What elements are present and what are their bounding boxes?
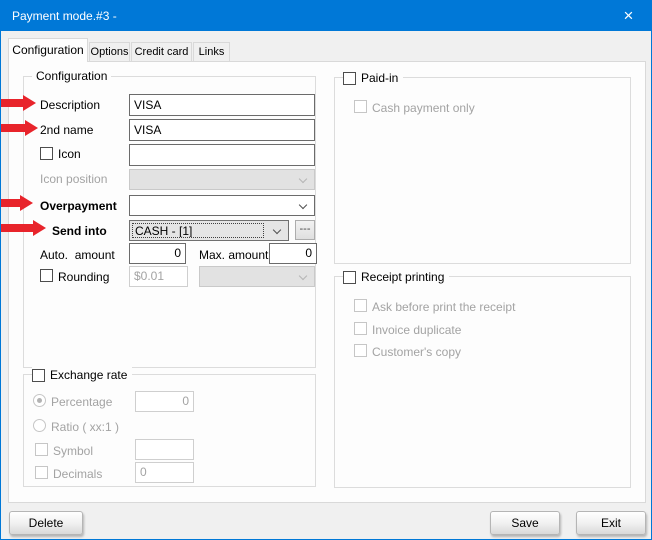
max-amount-field[interactable]: 0 <box>269 243 317 264</box>
paid-in-header: Paid-in <box>343 70 404 86</box>
invoice-duplicate-label: Invoice duplicate <box>372 323 462 337</box>
tab-options[interactable]: Options <box>89 42 130 61</box>
second-name-field[interactable]: VISA <box>129 119 315 141</box>
max-amount-label: Max. amount <box>199 248 269 262</box>
title-bar: Payment mode.#3 - × <box>1 1 651 31</box>
ratio-label: Ratio ( xx:1 ) <box>51 420 120 434</box>
symbol-field[interactable] <box>135 439 194 460</box>
save-button[interactable]: Save <box>490 511 560 535</box>
cash-payment-only-checkbox[interactable] <box>354 100 367 113</box>
rounding-amount-field[interactable]: $0.01 <box>129 266 188 287</box>
customers-copy-checkbox[interactable] <box>354 344 367 357</box>
decimals-checkbox[interactable] <box>35 466 48 479</box>
auto-amount-field[interactable]: 0 <box>129 243 186 264</box>
cash-payment-only-label: Cash payment only <box>372 101 475 115</box>
chevron-down-icon <box>298 200 308 210</box>
symbol-checkbox[interactable] <box>35 443 48 456</box>
percentage-label: Percentage <box>51 395 113 409</box>
percentage-radio[interactable] <box>33 394 46 407</box>
receipt-printing-checkbox[interactable] <box>343 270 356 284</box>
ratio-radio[interactable] <box>33 419 46 432</box>
icon-checkbox[interactable] <box>40 147 53 160</box>
send-into-select[interactable]: CASH - [1] <box>129 220 289 241</box>
tab-credit-card[interactable]: Credit card <box>131 42 192 61</box>
tab-links[interactable]: Links <box>193 42 230 61</box>
description-field[interactable]: VISA <box>129 94 315 116</box>
paid-in-group: Paid-in Cash payment only <box>334 70 631 264</box>
decimals-field[interactable]: 0 <box>135 462 194 483</box>
icon-position-label: Icon position <box>40 172 108 186</box>
window-title: Payment mode.#3 - <box>12 9 117 23</box>
chevron-down-icon <box>298 174 308 184</box>
send-into-browse-button[interactable]: --- <box>295 220 315 240</box>
rounding-label: Rounding <box>58 270 110 284</box>
icon-position-select[interactable]: Left <box>129 169 315 190</box>
second-name-label: 2nd name <box>40 123 94 137</box>
overpayment-select[interactable]: Tip <box>129 195 315 216</box>
red-arrow-send-into-icon <box>1 220 46 236</box>
ask-before-print-checkbox[interactable] <box>354 299 367 312</box>
exchange-rate-checkbox[interactable] <box>32 368 45 382</box>
ask-before-print-label: Ask before print the receipt <box>372 300 516 314</box>
paid-in-checkbox[interactable] <box>343 71 356 85</box>
delete-button[interactable]: Delete <box>9 511 83 535</box>
chevron-down-icon <box>272 225 282 235</box>
configuration-group: Configuration Description VISA 2nd name … <box>23 69 317 368</box>
exchange-rate-header: Exchange rate <box>32 367 133 383</box>
receipt-printing-group: Receipt printing Ask before print the re… <box>334 269 631 488</box>
send-into-label: Send into <box>52 224 107 238</box>
tab-configuration[interactable]: Configuration <box>8 38 88 62</box>
exchange-rate-group: Exchange rate Percentage 0 Ratio ( xx:1 … <box>23 367 316 487</box>
decimals-label: Decimals <box>53 467 103 481</box>
red-arrow-second-name-icon <box>1 120 38 136</box>
icon-label: Icon <box>58 147 81 161</box>
rounding-direction-select[interactable]: Up <box>199 266 315 287</box>
close-button[interactable]: × <box>606 1 651 31</box>
percentage-field[interactable]: 0 <box>135 391 194 412</box>
overpayment-label: Overpayment <box>40 199 117 213</box>
red-arrow-description-icon <box>1 95 36 111</box>
close-icon: × <box>623 6 634 25</box>
paid-in-label: Paid-in <box>361 71 399 85</box>
red-arrow-overpayment-icon <box>1 195 33 211</box>
receipt-printing-label: Receipt printing <box>361 270 445 284</box>
receipt-printing-header: Receipt printing <box>343 269 450 285</box>
rounding-checkbox[interactable] <box>40 269 53 282</box>
symbol-label: Symbol <box>53 444 94 458</box>
description-label: Description <box>40 98 101 112</box>
exchange-rate-label: Exchange rate <box>50 368 128 382</box>
invoice-duplicate-checkbox[interactable] <box>354 322 367 335</box>
payment-mode-dialog: Payment mode.#3 - × Configuration Option… <box>0 0 652 540</box>
chevron-down-icon <box>298 271 308 281</box>
configuration-group-title: Configuration <box>32 69 112 83</box>
exit-button[interactable]: Exit <box>576 511 646 535</box>
auto-amount-label: Auto. amount <box>40 248 115 262</box>
icon-field[interactable] <box>129 144 315 166</box>
customers-copy-label: Customer's copy <box>372 345 461 359</box>
